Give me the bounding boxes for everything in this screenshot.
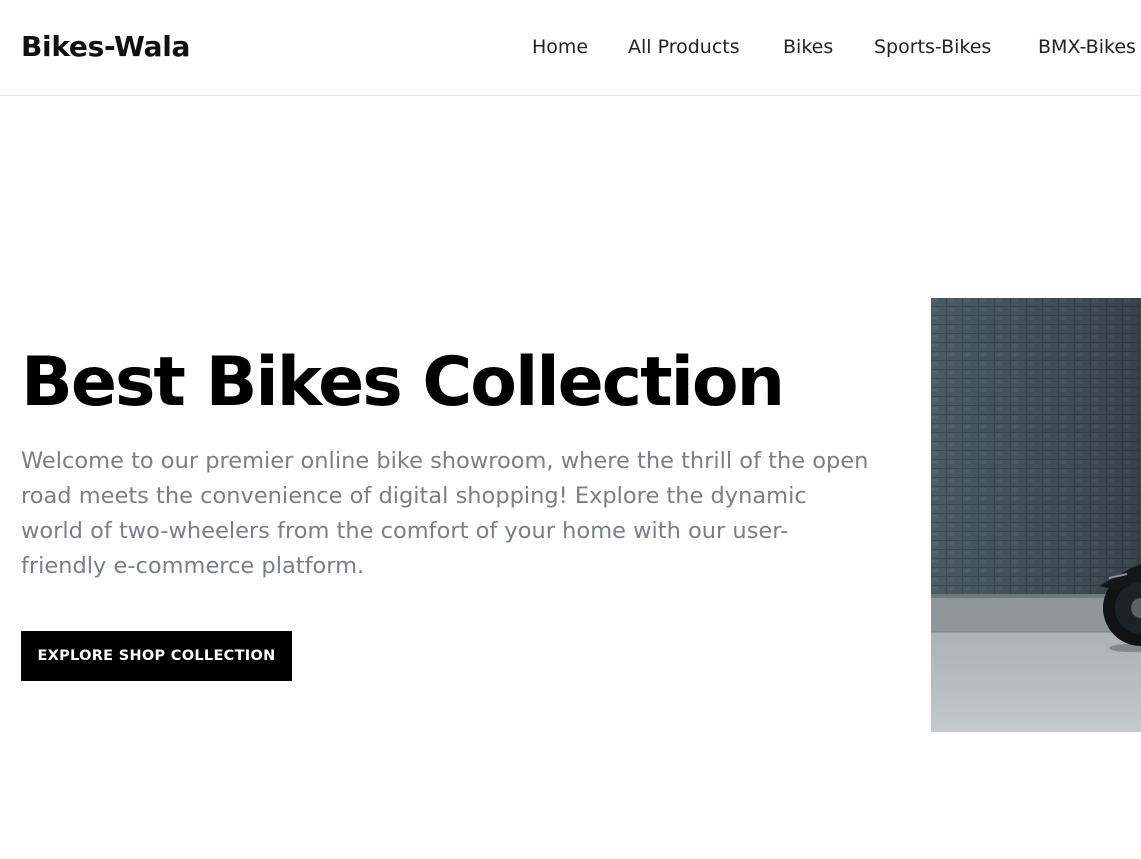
top-navbar: Bikes-Wala Home All Products Bikes Sport… [0,0,1141,96]
motorcycle-photo-icon [931,298,1141,732]
nav-link-sports-bikes[interactable]: Sports-Bikes [874,36,991,58]
main-nav: Home All Products Bikes Sports-Bikes BMX… [0,36,1141,62]
nav-link-all-products[interactable]: All Products [628,36,740,58]
nav-link-home[interactable]: Home [532,36,588,58]
nav-link-bmx-bikes[interactable]: BMX-Bikes [1038,36,1136,58]
explore-shop-collection-button[interactable]: EXPLORE SHOP COLLECTION [21,631,292,681]
hero-description: Welcome to our premier online bike showr… [21,448,869,579]
nav-link-bikes[interactable]: Bikes [783,36,833,58]
hero-motorcycle-image [931,298,1141,732]
hero-title: Best Bikes Collection [21,343,785,422]
